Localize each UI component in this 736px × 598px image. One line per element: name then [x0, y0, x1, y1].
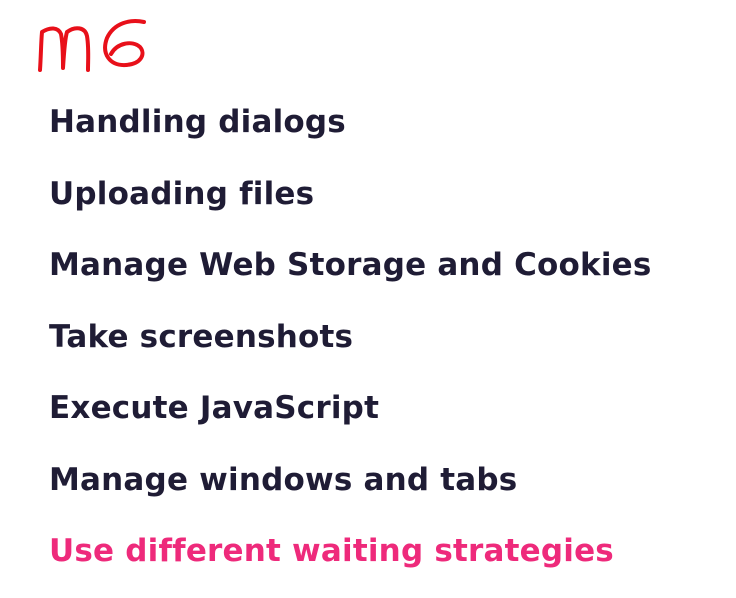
topic-item-take-screenshots: Take screenshots — [49, 318, 354, 355]
topic-item-waiting-strategies: Use different waiting strategies — [49, 533, 614, 569]
slide: { "annotation": { "text": "m6", "color":… — [0, 0, 736, 597]
topic-item-uploading-files: Uploading files — [49, 175, 315, 212]
topic-item-web-storage-cookies: Manage Web Storage and Cookies — [49, 247, 652, 283]
handwritten-annotation — [34, 10, 154, 76]
topic-item-execute-javascript: Execute JavaScript — [49, 390, 380, 426]
topic-list: Handling dialogs Uploading files Manage … — [49, 97, 652, 598]
topic-item-windows-tabs: Manage windows and tabs — [49, 461, 518, 498]
topic-item-handling-dialogs: Handling dialogs — [49, 104, 346, 140]
handwritten-m6-mark — [38, 19, 146, 72]
